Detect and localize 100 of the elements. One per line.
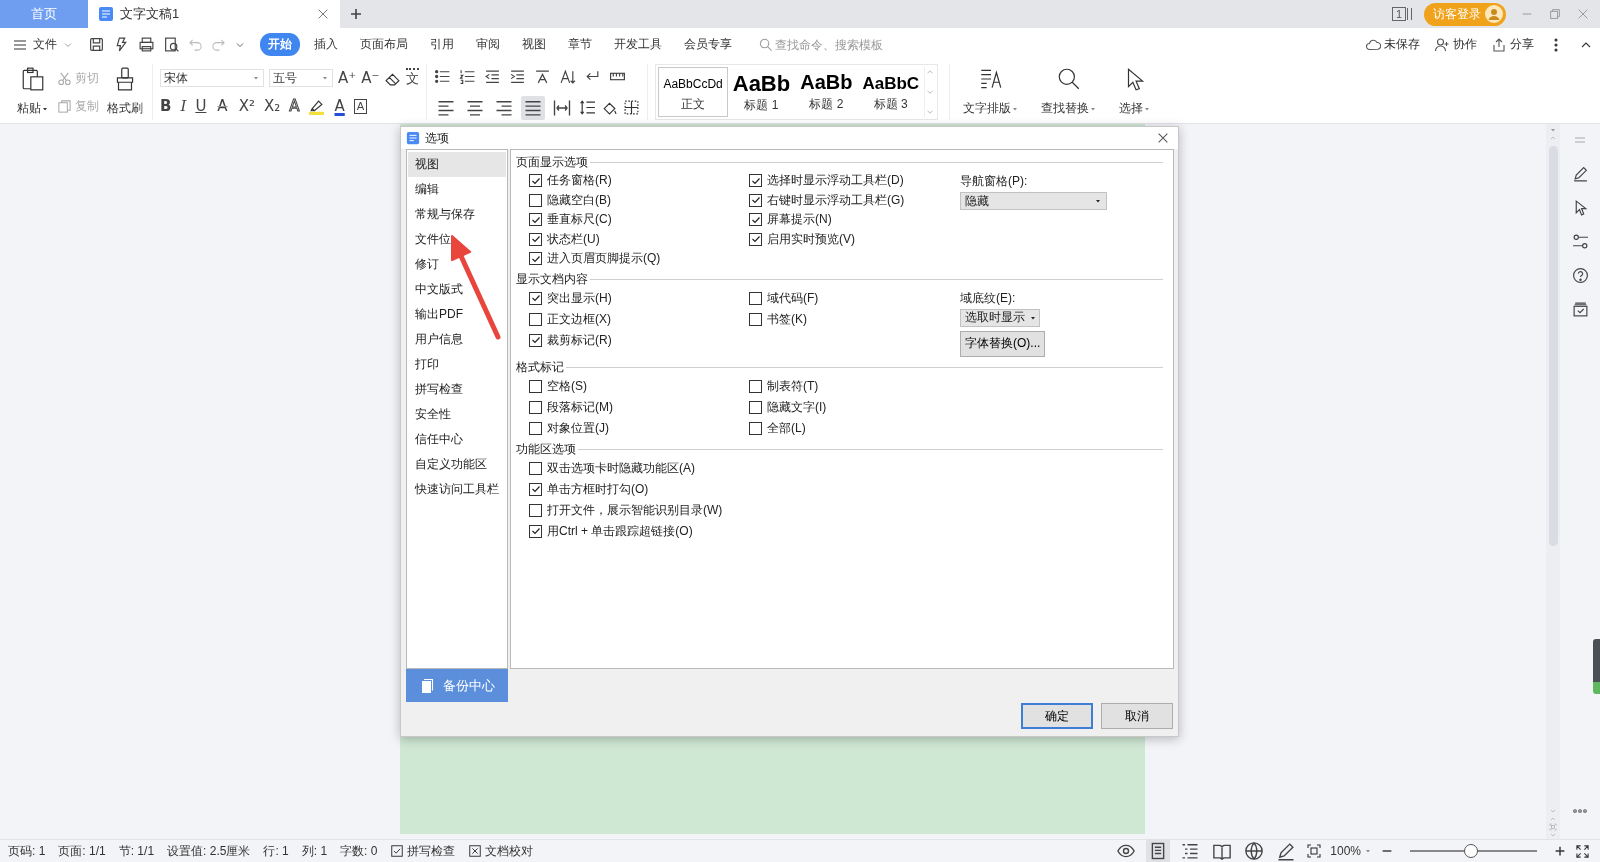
toolbar-button[interactable]: 选择 (1113, 64, 1158, 120)
dropdown[interactable]: 隐藏 (960, 192, 1107, 210)
nav-item[interactable]: 打印 (408, 352, 506, 377)
format-button[interactable]: 文 (406, 68, 420, 88)
checkbox[interactable] (529, 312, 542, 326)
page-view-icon[interactable] (1146, 839, 1171, 862)
checkbox[interactable] (529, 461, 542, 475)
format-button[interactable]: X² (238, 97, 255, 115)
nav-item[interactable]: 视图 (408, 152, 506, 177)
font-size-field[interactable]: 五号 (269, 69, 333, 87)
nav-item[interactable]: 输出PDF (408, 302, 506, 327)
nav-item[interactable]: 中文版式 (408, 277, 506, 302)
sort-icon[interactable] (559, 68, 577, 85)
paste-button[interactable]: 粘贴 (15, 64, 51, 120)
checkbox[interactable] (529, 421, 542, 435)
checkbox[interactable] (529, 213, 542, 227)
checkbox[interactable] (749, 421, 762, 435)
checkbox[interactable] (529, 524, 542, 538)
font-name-field[interactable]: 宋体 (160, 69, 264, 87)
numbered-list-icon[interactable] (459, 68, 477, 85)
format-painter-button[interactable]: 格式刷 (105, 64, 145, 120)
text-layout-icon[interactable] (534, 68, 552, 85)
increase-indent-icon[interactable] (509, 68, 527, 85)
format-button[interactable]: X₂ (263, 97, 281, 115)
format-button[interactable]: A⁺ (338, 69, 357, 87)
close-icon[interactable] (1156, 131, 1170, 145)
toolbar-button[interactable]: 协作 (1434, 36, 1477, 53)
format-button[interactable]: A (353, 98, 368, 114)
style-preset[interactable]: AaBb 标题 2 (795, 67, 858, 117)
zoom-in-icon[interactable] (1553, 844, 1567, 858)
ribbon-tab[interactable]: 视图 (514, 33, 554, 56)
checkbox[interactable] (529, 291, 542, 305)
tab[interactable]: 文字文稿1 (88, 0, 340, 28)
toolbar-button[interactable]: 文字排版 (957, 64, 1026, 120)
status-button[interactable]: 文档校对 (468, 842, 534, 860)
ribbon-tab[interactable]: 开始 (260, 33, 300, 56)
paint-bucket-icon[interactable] (601, 99, 619, 116)
font-substitution-button[interactable]: 字体替换(O)... (960, 330, 1046, 357)
style-preset[interactable]: AaBb 标题 1 (727, 67, 796, 117)
checkbox[interactable] (529, 333, 542, 347)
help-icon[interactable] (1571, 267, 1589, 284)
ribbon-tab[interactable]: 插入 (306, 33, 346, 56)
toolbar-button[interactable]: 查找替换 (1035, 64, 1104, 120)
nav-item[interactable]: 安全性 (408, 402, 506, 427)
search-icon[interactable] (758, 37, 773, 52)
nav-item[interactable]: 常规与保存 (408, 202, 506, 227)
ok-button[interactable]: 确定 (1021, 703, 1093, 729)
checkbox[interactable] (749, 232, 762, 246)
pen-icon[interactable] (1571, 165, 1589, 182)
zoom-dropdown[interactable]: 100% (1330, 844, 1372, 858)
checkbox[interactable] (529, 482, 542, 496)
checkbox[interactable] (529, 174, 542, 188)
fullscreen-icon[interactable] (1575, 843, 1590, 859)
nav-item[interactable]: 快速访问工具栏 (408, 477, 506, 502)
ribbon-tab[interactable]: 开发工具 (606, 33, 670, 56)
checkbox[interactable] (749, 193, 762, 207)
checkbox[interactable] (529, 503, 542, 517)
nav-item[interactable]: 自定义功能区 (408, 452, 506, 477)
nav-item[interactable]: 文件位 (408, 227, 506, 252)
close-icon[interactable] (316, 7, 330, 21)
slider-thumb[interactable] (1463, 844, 1478, 858)
search-field[interactable]: 查找命令、搜索模板 (775, 37, 905, 52)
borders-icon[interactable] (623, 99, 641, 116)
checkbox[interactable] (529, 193, 542, 207)
highlighter-icon[interactable] (308, 97, 326, 115)
nav-item[interactable]: 信任中心 (408, 427, 506, 452)
print-preview-icon[interactable] (163, 36, 180, 53)
nav-item[interactable]: 修订 (408, 252, 506, 277)
style-preset[interactable]: AaBbCcDd 正文 (658, 67, 728, 117)
checkbox[interactable] (749, 213, 762, 227)
format-button[interactable]: A (289, 97, 300, 115)
bullet-list-icon[interactable] (434, 68, 452, 85)
nav-item[interactable]: 编辑 (408, 177, 506, 202)
format-button[interactable]: B (160, 97, 172, 115)
decrease-indent-icon[interactable] (484, 68, 502, 85)
checkbox[interactable] (749, 312, 762, 326)
format-button[interactable]: U (195, 97, 207, 115)
checkbox[interactable] (529, 379, 542, 393)
checkbox[interactable] (749, 291, 762, 305)
ribbon-tab[interactable]: 章节 (560, 33, 600, 56)
new-tab-icon[interactable] (348, 6, 364, 22)
checkbox[interactable] (749, 379, 762, 393)
toolbar-button[interactable]: 未保存 (1365, 36, 1420, 53)
format-button[interactable]: A (334, 97, 345, 115)
nav-item[interactable]: 拼写检查 (408, 377, 506, 402)
fit-icon[interactable] (1306, 843, 1323, 859)
checkbox[interactable] (529, 232, 542, 246)
format-button[interactable]: I (180, 97, 187, 115)
style-preset[interactable]: AaBbC 标题 3 (857, 67, 925, 117)
justify-icon[interactable] (521, 95, 546, 120)
line-spacing-icon[interactable] (579, 99, 597, 116)
checkbox[interactable] (749, 400, 762, 414)
format-button[interactable]: A⁻ (361, 69, 380, 87)
checkbox[interactable] (529, 252, 542, 266)
toolbar-button[interactable]: 分享 (1491, 36, 1534, 53)
status-button[interactable]: 拼写检查 (390, 842, 456, 860)
tray-check-icon[interactable] (1571, 301, 1589, 318)
save-icon[interactable] (88, 36, 105, 53)
ribbon-tab[interactable]: 会员专享 (676, 33, 740, 56)
checkbox[interactable] (529, 400, 542, 414)
